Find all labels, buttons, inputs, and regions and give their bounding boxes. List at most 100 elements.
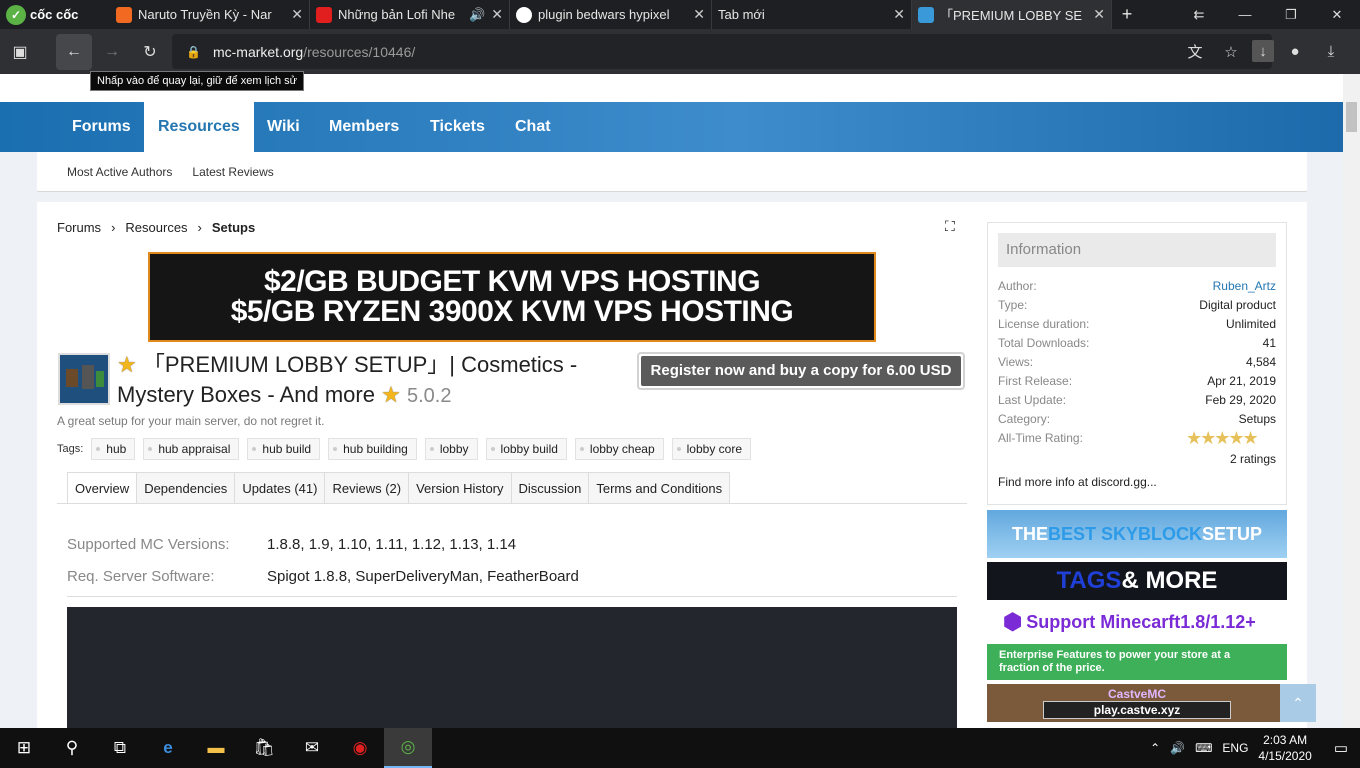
tab-overview[interactable]: Overview: [67, 472, 138, 504]
breadcrumb: Forums › Resources › Setups: [57, 220, 255, 235]
nav-members[interactable]: Members: [329, 102, 399, 152]
divider: [67, 596, 957, 597]
subnav-latest-reviews[interactable]: Latest Reviews: [192, 165, 273, 179]
close-icon[interactable]: ✕: [893, 6, 905, 23]
windows-start-icon[interactable]: ⊞: [0, 728, 48, 768]
savefrom-download-icon[interactable]: ↓: [1252, 40, 1274, 62]
coccoc-taskbar-icon[interactable]: ◎: [384, 728, 432, 768]
tag-hub-appraisal[interactable]: hub appraisal: [143, 438, 240, 460]
restore-icon[interactable]: ❐: [1268, 7, 1314, 23]
tag-hub-build[interactable]: hub build: [247, 438, 321, 460]
store-icon[interactable]: 🛍: [240, 728, 288, 768]
supported-versions-row: Supported MC Versions: 1.8.8, 1.9, 1.10, …: [67, 536, 516, 553]
tab-lofi[interactable]: Những bản Lofi Nhe 🔊 ✕: [310, 0, 510, 29]
downloads-icon[interactable]: ⤓: [1316, 34, 1346, 69]
tab-title: 「PREMIUM LOBBY SE: [940, 8, 1083, 23]
address-bar[interactable]: 🔒 mc-market.org/resources/10446/: [172, 34, 1272, 69]
reload-button[interactable]: ↻: [132, 34, 168, 70]
ad-tags[interactable]: TAGS & MORE: [987, 562, 1287, 600]
nav-forums[interactable]: Forums: [72, 102, 131, 152]
page-scrollbar[interactable]: [1343, 74, 1360, 728]
ad-enterprise[interactable]: Enterprise Features to power your store …: [987, 644, 1287, 680]
tab-reviews[interactable]: Reviews (2): [324, 472, 410, 504]
nav-chat[interactable]: Chat: [515, 102, 551, 152]
network-icon[interactable]: ⌨: [1195, 741, 1212, 755]
info-row-author: Author: Ruben_Artz: [998, 279, 1276, 293]
url-host: mc-market.org: [212, 43, 304, 60]
sidebar-toggle-icon[interactable]: ▣: [2, 34, 38, 70]
mail-icon[interactable]: ✉: [288, 728, 336, 768]
tag-lobby-core[interactable]: lobby core: [671, 438, 751, 460]
minimize-icon[interactable]: —: [1222, 7, 1268, 22]
tag-hub-building[interactable]: hub building: [328, 438, 417, 460]
close-window-icon[interactable]: ✕: [1314, 7, 1360, 23]
scroll-to-top-button[interactable]: ⌃: [1280, 684, 1316, 722]
nav-tickets[interactable]: Tickets: [430, 102, 485, 152]
tab-new-tab[interactable]: Tab mới ✕: [712, 0, 912, 29]
tag-lobby[interactable]: lobby: [424, 438, 478, 460]
tab-discussion[interactable]: Discussion: [510, 472, 590, 504]
clock-date: 4/15/2020: [1258, 749, 1312, 763]
notification-icon[interactable]: ▭: [1334, 739, 1348, 757]
nav-resources[interactable]: Resources: [144, 102, 254, 152]
nav-wiki[interactable]: Wiki: [267, 102, 300, 152]
browser-tab-bar: ✓ cốc cốc Naruto Truyền Kỳ - Nar ✕ Những…: [0, 0, 1360, 29]
translate-icon[interactable]: 文: [1180, 34, 1210, 69]
garena-icon[interactable]: ◉: [336, 728, 384, 768]
sitemap-icon[interactable]: ⛶: [945, 218, 955, 235]
crumb-forums[interactable]: Forums: [57, 220, 101, 235]
find-more-info[interactable]: Find more info at discord.gg...: [998, 475, 1276, 489]
scrollbar-thumb[interactable]: [1346, 102, 1357, 132]
server-software-row: Req. Server Software: Spigot 1.8.8, Super…: [67, 568, 579, 585]
profile-icon[interactable]: ●: [1280, 34, 1310, 69]
crumb-resources[interactable]: Resources: [125, 220, 187, 235]
tab-list-icon[interactable]: ⇇: [1176, 7, 1222, 23]
close-icon[interactable]: ✕: [491, 6, 503, 23]
url-path: /resources/10446/: [303, 43, 416, 60]
tab-premium-lobby[interactable]: 「PREMIUM LOBBY SE ✕: [912, 0, 1112, 29]
tag-lobby-build[interactable]: lobby build: [485, 438, 567, 460]
forward-button[interactable]: →: [94, 34, 130, 70]
browser-logo[interactable]: ✓ cốc cốc: [0, 0, 110, 29]
author-link[interactable]: Ruben_Artz: [1213, 279, 1276, 293]
volume-icon[interactable]: 🔊: [1170, 741, 1185, 755]
close-icon[interactable]: ✕: [693, 6, 705, 23]
lock-icon[interactable]: 🔒: [186, 45, 201, 59]
tab-plugin-search[interactable]: plugin bedwars hypixel ✕: [510, 0, 712, 29]
tag-hub[interactable]: hub: [91, 438, 136, 460]
buy-button[interactable]: Register now and buy a copy for 6.00 USD: [637, 352, 965, 390]
vps-hosting-banner[interactable]: $2/GB BUDGET KVM VPS HOSTING $5/GB RYZEN…: [148, 252, 876, 342]
subnav-most-active-authors[interactable]: Most Active Authors: [67, 165, 172, 179]
back-button[interactable]: ←: [56, 33, 92, 70]
banner-line2: $5/GB RYZEN 3900X KVM VPS HOSTING: [230, 295, 794, 328]
close-icon[interactable]: ✕: [1093, 6, 1105, 23]
close-icon[interactable]: ✕: [291, 6, 303, 23]
task-view-icon[interactable]: ⧉: [96, 728, 144, 768]
category-link[interactable]: Setups: [1239, 412, 1276, 426]
clock[interactable]: 2:03 AM 4/15/2020: [1258, 732, 1311, 764]
edge-icon[interactable]: e: [144, 728, 192, 768]
chevron-up-icon[interactable]: ⌃: [1150, 741, 1160, 755]
ad-skyblock[interactable]: THE BEST SKYBLOCK SETUP: [987, 510, 1287, 558]
language-indicator[interactable]: ENG: [1222, 741, 1248, 755]
sub-navbar: Most Active Authors Latest Reviews: [37, 152, 1307, 192]
tab-version-history[interactable]: Version History: [408, 472, 512, 504]
info-row-last-update: Last Update: Feb 29, 2020: [998, 393, 1276, 407]
tab-dependencies[interactable]: Dependencies: [136, 472, 236, 504]
bookmark-star-icon[interactable]: ☆: [1216, 34, 1246, 69]
tab-naruto[interactable]: Naruto Truyền Kỳ - Nar ✕: [110, 0, 310, 29]
tab-terms[interactable]: Terms and Conditions: [588, 472, 731, 504]
ad-support-minecraft[interactable]: ⬢ Support Minecarft1.8/1.12+: [987, 602, 1287, 642]
crumb-setups[interactable]: Setups: [212, 220, 255, 235]
speaker-icon[interactable]: 🔊: [469, 7, 485, 23]
youtube-icon: [316, 6, 332, 23]
new-tab-button[interactable]: +: [1112, 4, 1142, 25]
search-icon[interactable]: ⚲: [48, 728, 96, 768]
star-icon: ★: [381, 382, 401, 407]
tab-updates[interactable]: Updates (41): [234, 472, 326, 504]
file-explorer-icon[interactable]: ▬: [192, 728, 240, 768]
ad-castvemc[interactable]: CastveMC play.castve.xyz: [987, 684, 1287, 722]
tag-lobby-cheap[interactable]: lobby cheap: [574, 438, 664, 460]
info-row-downloads: Total Downloads: 41: [998, 336, 1276, 350]
info-row-license: License duration: Unlimited: [998, 317, 1276, 331]
